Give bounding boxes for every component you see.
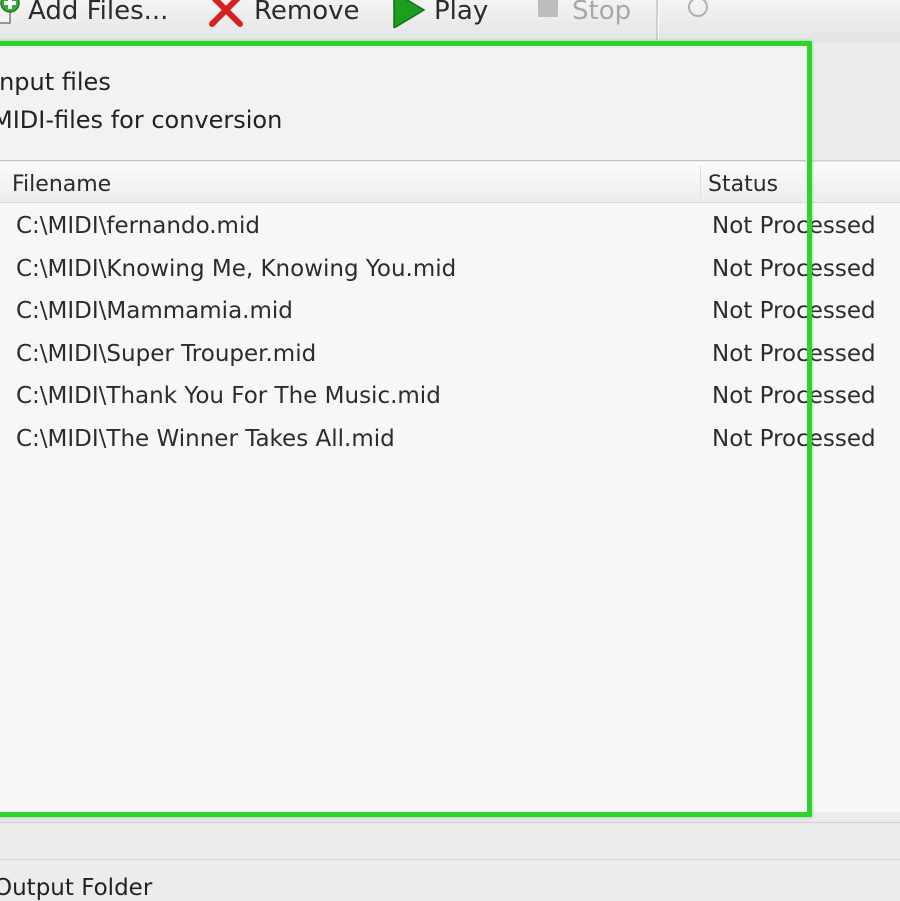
- row-filename: C:\MIDI\fernando.mid: [16, 213, 260, 239]
- remove-icon: [206, 0, 246, 35]
- row-filename: C:\MIDI\Knowing Me, Knowing You.mid: [16, 255, 457, 282]
- table-row[interactable]: C:\MIDI\fernando.mid Not Processed: [0, 207, 900, 250]
- row-filename: C:\MIDI\The Winner Takes All.mid: [16, 425, 395, 452]
- toolbar: Add Files... Remove Play Stop: [0, 0, 900, 43]
- add-files-icon: [0, 0, 20, 32]
- file-rows: C:\MIDI\fernando.mid Not Processed C:\MI…: [0, 207, 900, 463]
- add-files-button[interactable]: Add Files...: [0, 0, 168, 32]
- table-row[interactable]: C:\MIDI\Mammamia.mid Not Processed: [0, 292, 900, 335]
- list-header: Filename Status: [0, 162, 900, 203]
- row-filename: C:\MIDI\Mammamia.mid: [16, 298, 293, 325]
- stop-label: Stop: [572, 0, 632, 26]
- table-row[interactable]: C:\MIDI\Super Trouper.mid Not Processed: [0, 335, 900, 378]
- output-folder-group: Output Folder: [0, 822, 900, 901]
- table-row[interactable]: C:\MIDI\Thank You For The Music.mid Not …: [0, 377, 900, 420]
- file-list[interactable]: Filename Status C:\MIDI\fernando.mid Not…: [0, 162, 900, 812]
- remove-button[interactable]: Remove: [206, 0, 360, 32]
- row-status: Not Processed: [712, 425, 876, 452]
- play-icon: [390, 0, 426, 35]
- row-status: Not Processed: [712, 298, 876, 325]
- row-status: Not Processed: [712, 340, 876, 367]
- row-status: Not Processed: [712, 213, 876, 239]
- stop-icon: [534, 0, 564, 30]
- remove-label: Remove: [254, 0, 360, 26]
- column-header-filename[interactable]: Filename: [12, 172, 111, 197]
- table-row[interactable]: C:\MIDI\Knowing Me, Knowing You.mid Not …: [0, 250, 900, 293]
- play-button[interactable]: Play: [390, 0, 488, 32]
- input-files-group: Input files MIDI-files for conversion: [0, 48, 806, 161]
- stop-button[interactable]: Stop: [534, 0, 631, 32]
- column-header-status[interactable]: Status: [708, 172, 778, 197]
- toolbar-separator: [656, 0, 659, 40]
- add-files-label: Add Files...: [28, 0, 169, 26]
- row-status: Not Processed: [712, 383, 876, 410]
- input-files-subtitle: MIDI-files for conversion: [0, 106, 283, 134]
- row-filename: C:\MIDI\Thank You For The Music.mid: [16, 383, 441, 410]
- input-files-title: Input files: [0, 68, 111, 96]
- section-divider: [0, 859, 900, 860]
- output-folder-title: Output Folder: [0, 875, 153, 901]
- table-row[interactable]: C:\MIDI\The Winner Takes All.mid Not Pro…: [0, 420, 900, 463]
- row-status: Not Processed: [712, 255, 876, 282]
- column-divider[interactable]: [700, 166, 701, 198]
- play-label: Play: [434, 0, 489, 26]
- row-filename: C:\MIDI\Super Trouper.mid: [16, 340, 317, 367]
- help-icon[interactable]: [678, 0, 718, 22]
